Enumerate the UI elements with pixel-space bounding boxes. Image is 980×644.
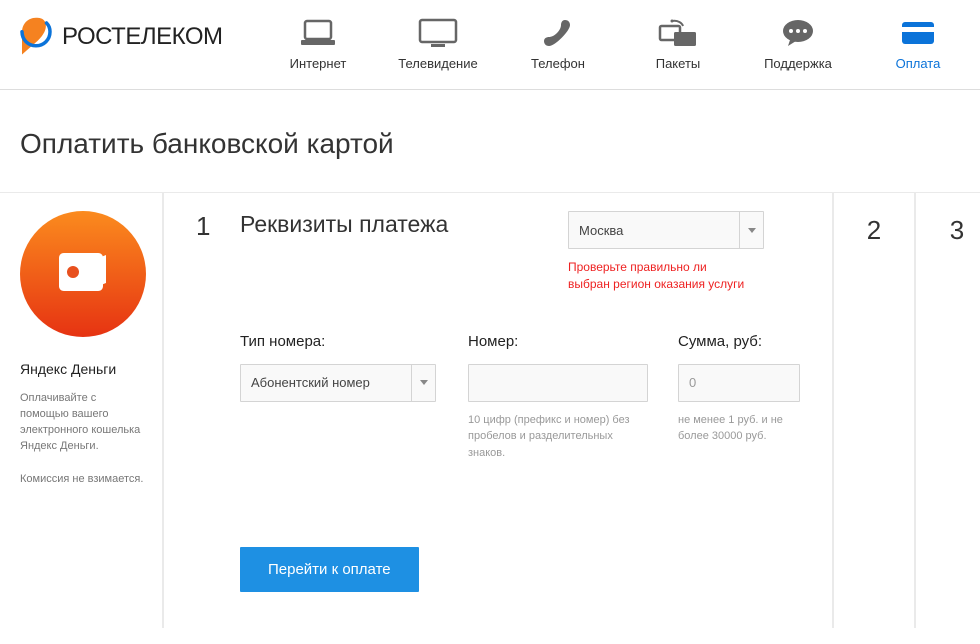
yandex-money-icon — [20, 211, 146, 337]
sum-hint: не менее 1 руб. и не более 30000 руб. — [678, 412, 800, 445]
number-label: Номер: — [468, 333, 648, 350]
provider-desc: Оплачивайте с помощью вашего электронног… — [20, 391, 146, 455]
packages-icon — [658, 18, 698, 48]
region-warning: Проверьте правильно ли выбран регион ока… — [568, 259, 744, 293]
chat-icon — [780, 18, 816, 48]
chevron-down-icon — [411, 365, 435, 401]
laptop-icon — [299, 18, 337, 48]
nav-phone[interactable]: Телефон — [498, 16, 618, 71]
logo[interactable]: РОСТЕЛЕКОМ — [0, 16, 258, 58]
step-number: 1 — [196, 211, 212, 242]
page-title: Оплатить банковской картой — [20, 128, 960, 160]
sum-label: Сумма, руб: — [678, 333, 800, 350]
region-select[interactable]: Москва — [568, 211, 764, 249]
provider-fee: Комиссия не взимается. — [20, 473, 146, 485]
next-steps: 2 3 — [834, 193, 980, 628]
nav-tv[interactable]: Телевидение — [378, 16, 498, 71]
number-type-select[interactable]: Абонентский номер — [240, 364, 436, 402]
proceed-button[interactable]: Перейти к оплате — [240, 547, 419, 592]
number-input[interactable] — [468, 364, 648, 402]
step-2-indicator[interactable]: 2 — [834, 193, 916, 628]
nav-support[interactable]: Поддержка — [738, 16, 858, 71]
sum-input[interactable]: 0 — [678, 364, 800, 402]
chevron-down-icon — [739, 212, 763, 248]
rostelecom-logo-icon — [18, 16, 54, 58]
card-icon — [900, 20, 936, 46]
type-label: Тип номера: — [240, 333, 438, 350]
brand-name: РОСТЕЛЕКОМ — [62, 23, 222, 51]
provider-name: Яндекс Деньги — [20, 361, 146, 377]
payment-provider-panel: Яндекс Деньги Оплачивайте с помощью ваше… — [0, 193, 164, 628]
nav-internet[interactable]: Интернет — [258, 16, 378, 71]
tv-icon — [417, 17, 459, 49]
number-hint: 10 цифр (префикс и номер) без пробелов и… — [468, 412, 648, 462]
step-title: Реквизиты платежа — [240, 211, 540, 238]
phone-icon — [543, 18, 573, 48]
nav-payment[interactable]: Оплата — [858, 16, 978, 71]
nav-packages[interactable]: Пакеты — [618, 16, 738, 71]
main-nav: Интернет Телевидение Телефон Пакеты Подд… — [258, 16, 978, 71]
step-3-indicator[interactable]: 3 — [916, 193, 980, 628]
